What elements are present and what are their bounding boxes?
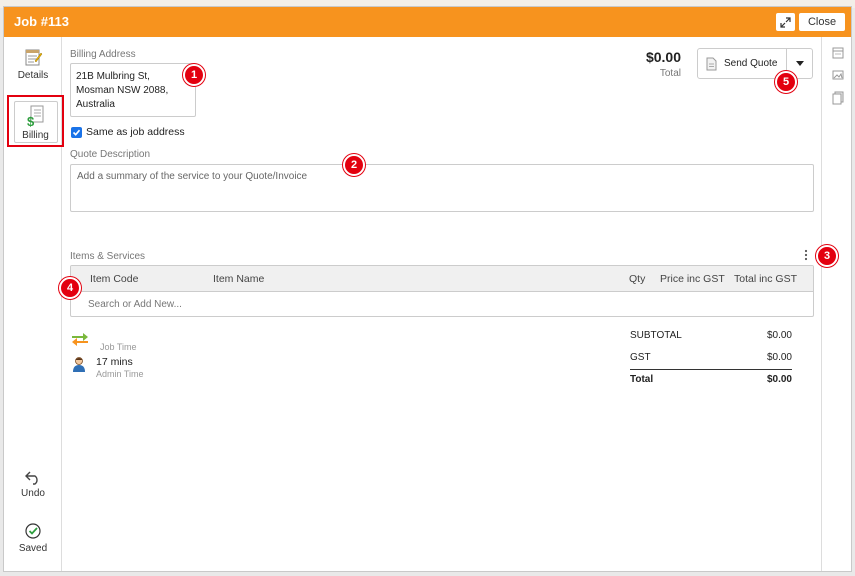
quote-description-label: Quote Description bbox=[70, 149, 151, 160]
send-quote-label: Send Quote bbox=[724, 58, 778, 69]
subtotal-value: $0.00 bbox=[766, 330, 792, 341]
items-table: Item Code Item Name Qty Price inc GST To… bbox=[70, 265, 814, 317]
callout-badge-2: 2 bbox=[343, 154, 365, 176]
send-quote-button-group: Send Quote bbox=[697, 48, 813, 79]
checkbox-checked-icon[interactable] bbox=[71, 126, 82, 138]
col-total-inc-gst: Total inc GST bbox=[734, 273, 798, 285]
left-nav: Details $ Billing Undo Saved bbox=[4, 37, 64, 571]
billing-address-field[interactable]: 21B Mulbring St, Mosman NSW 2088, Austra… bbox=[70, 63, 196, 117]
admin-time-value: 17 mins bbox=[96, 356, 133, 368]
address-line-2: Mosman NSW 2088, bbox=[76, 85, 169, 96]
caret-down-icon bbox=[795, 61, 804, 66]
gst-label: GST bbox=[630, 352, 651, 363]
expand-button[interactable] bbox=[776, 13, 795, 31]
col-item-code: Item Code bbox=[90, 273, 139, 285]
documents-icon[interactable] bbox=[832, 91, 844, 105]
nav-undo-label: Undo bbox=[21, 488, 45, 499]
quote-description-field[interactable]: Add a summary of the service to your Quo… bbox=[70, 164, 814, 212]
subtotal-label: SUBTOTAL bbox=[630, 330, 682, 341]
address-line-3: Australia bbox=[76, 99, 115, 110]
grand-total-label: Total bbox=[630, 374, 654, 385]
modal-title: Job #113 bbox=[14, 14, 69, 29]
nav-details-label: Details bbox=[17, 70, 49, 81]
items-table-header: Item Code Item Name Qty Price inc GST To… bbox=[71, 266, 813, 292]
item-search-input[interactable]: Search or Add New... bbox=[88, 299, 182, 310]
totals-divider bbox=[630, 369, 792, 370]
job-time-label: Job Time bbox=[100, 342, 137, 352]
gst-value: $0.00 bbox=[766, 352, 792, 363]
undo-icon bbox=[25, 471, 38, 485]
col-price-inc-gst: Price inc GST bbox=[660, 273, 725, 285]
notepad-icon bbox=[25, 49, 43, 66]
invoice-dollar-icon: $ bbox=[27, 105, 43, 127]
total-amount: $0.00 bbox=[645, 49, 681, 65]
right-toolbar bbox=[821, 37, 851, 571]
more-options-icon[interactable] bbox=[804, 249, 810, 264]
billing-address-label: Billing Address bbox=[70, 49, 136, 60]
modal-header: Job #113 Close bbox=[4, 7, 851, 37]
svg-text:$: $ bbox=[27, 114, 35, 127]
nav-saved: Saved bbox=[7, 522, 59, 554]
same-as-job-checkbox[interactable]: Same as job address bbox=[71, 126, 185, 138]
callout-badge-3: 3 bbox=[816, 245, 838, 267]
col-qty: Qty bbox=[629, 273, 646, 285]
send-quote-button[interactable]: Send Quote bbox=[698, 49, 786, 78]
same-as-job-label: Same as job address bbox=[86, 126, 185, 138]
callout-badge-4: 4 bbox=[59, 277, 81, 299]
admin-user-icon bbox=[73, 357, 85, 372]
image-icon[interactable] bbox=[832, 69, 844, 81]
col-item-name: Item Name bbox=[213, 273, 265, 285]
total-label: Total bbox=[659, 68, 681, 79]
nav-undo[interactable]: Undo bbox=[7, 469, 59, 499]
nav-billing-label: Billing bbox=[22, 130, 49, 141]
nav-billing-active: $ Billing bbox=[13, 101, 58, 143]
nav-saved-label: Saved bbox=[18, 543, 48, 554]
job-time-arrows-icon bbox=[72, 333, 88, 346]
document-icon bbox=[706, 57, 717, 70]
job-modal: Job #113 Close Details $ Billing Undo Sa… bbox=[3, 6, 852, 572]
nav-billing[interactable]: $ Billing bbox=[7, 95, 64, 147]
items-services-label: Items & Services bbox=[70, 251, 146, 262]
grand-total-value: $0.00 bbox=[766, 374, 792, 385]
callout-badge-1: 1 bbox=[183, 64, 205, 86]
saved-check-icon bbox=[25, 523, 41, 539]
nav-details[interactable]: Details bbox=[7, 47, 59, 81]
address-line-1: 21B Mulbring St, bbox=[76, 71, 150, 82]
expand-icon bbox=[780, 16, 791, 28]
close-button[interactable]: Close bbox=[799, 13, 845, 31]
form-icon[interactable] bbox=[832, 47, 844, 59]
admin-time-label: Admin Time bbox=[96, 369, 144, 379]
callout-badge-5: 5 bbox=[775, 71, 797, 93]
